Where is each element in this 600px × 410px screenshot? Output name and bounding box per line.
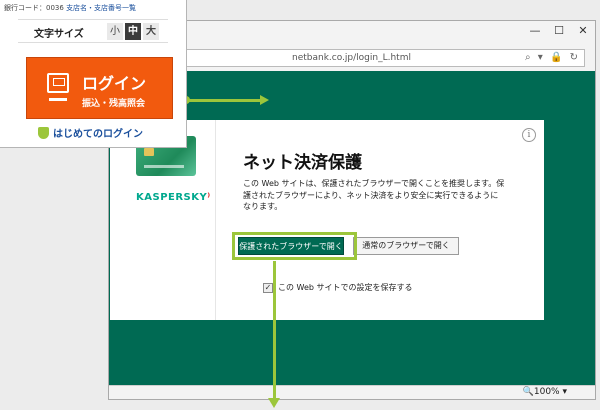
- kaspersky-logo-mark: ⁾: [207, 192, 211, 203]
- login-button-subtitle: 振込・残高照会: [82, 99, 146, 109]
- minimize-icon[interactable]: —: [529, 25, 541, 37]
- font-size-label: 文字サイズ: [34, 29, 84, 40]
- atm-slot-icon: [49, 98, 67, 101]
- kaspersky-logo: KASPERSKY⁾: [136, 192, 211, 203]
- down-arrow-icon: [268, 398, 280, 408]
- first-login-link[interactable]: はじめてのログイン: [38, 125, 143, 140]
- font-size-small-button[interactable]: 小: [107, 23, 123, 40]
- highlight-frame: [232, 232, 357, 260]
- dialog-sidebar: KASPERSKY⁾: [110, 120, 216, 320]
- shield-icon: [38, 126, 49, 139]
- down-arrow-line: [273, 261, 276, 401]
- close-icon[interactable]: ✕: [577, 25, 589, 37]
- dialog-title: ネット決済保護: [243, 153, 362, 173]
- status-bar: 🔍100% ▾: [109, 385, 595, 399]
- login-button-title: ログイン: [82, 74, 147, 93]
- save-setting-row[interactable]: ✓ この Web サイトでの設定を保存する: [263, 282, 413, 293]
- right-arrow-line: [186, 99, 262, 102]
- address-bar-icons[interactable]: ⌕ ▾ 🔒 ↻: [525, 52, 580, 63]
- zoom-control[interactable]: 🔍100% ▾: [523, 387, 567, 397]
- bank-login-panel: 銀行コード：0036 支店名・支店番号一覧 文字サイズ 小 中 大 ログイン 振…: [0, 0, 187, 148]
- save-setting-checkbox[interactable]: ✓: [263, 282, 273, 293]
- address-bar[interactable]: netbank.co.jp/login_L.html ⌕ ▾ 🔒 ↻: [159, 49, 585, 67]
- card-stripe: [144, 165, 184, 168]
- right-arrow-icon: [260, 95, 269, 105]
- maximize-icon[interactable]: ☐: [553, 25, 565, 37]
- safe-money-dialog: KASPERSKY⁾ i ネット決済保護 この Web サイトは、保護されたブラ…: [110, 120, 544, 320]
- dialog-description: この Web サイトは、保護されたブラウザーで開くことを推奨します。保護されたブ…: [243, 179, 505, 211]
- card-chip: [144, 148, 154, 156]
- info-icon[interactable]: i: [522, 128, 536, 142]
- font-size-large-button[interactable]: 大: [143, 23, 159, 40]
- bank-code: 銀行コード：0036 支店名・支店番号一覧: [4, 3, 136, 13]
- open-normal-browser-button[interactable]: 通常のブラウザーで開く: [353, 237, 459, 255]
- save-setting-label: この Web サイトでの設定を保存する: [278, 283, 413, 292]
- kaspersky-logo-text: KASPERSKY: [136, 192, 208, 203]
- bank-code-label: 銀行コード：0036: [4, 4, 64, 12]
- font-size-selector: 文字サイズ 小 中 大: [18, 19, 168, 43]
- first-login-label: はじめてのログイン: [53, 129, 143, 140]
- atm-icon: [47, 73, 69, 93]
- address-text: netbank.co.jp/login_L.html: [292, 53, 411, 63]
- font-size-medium-button[interactable]: 中: [125, 23, 141, 40]
- branch-list-link[interactable]: 支店名・支店番号一覧: [66, 4, 136, 12]
- login-button[interactable]: ログイン 振込・残高照会: [26, 57, 173, 119]
- window-controls: — ☐ ✕: [529, 25, 589, 37]
